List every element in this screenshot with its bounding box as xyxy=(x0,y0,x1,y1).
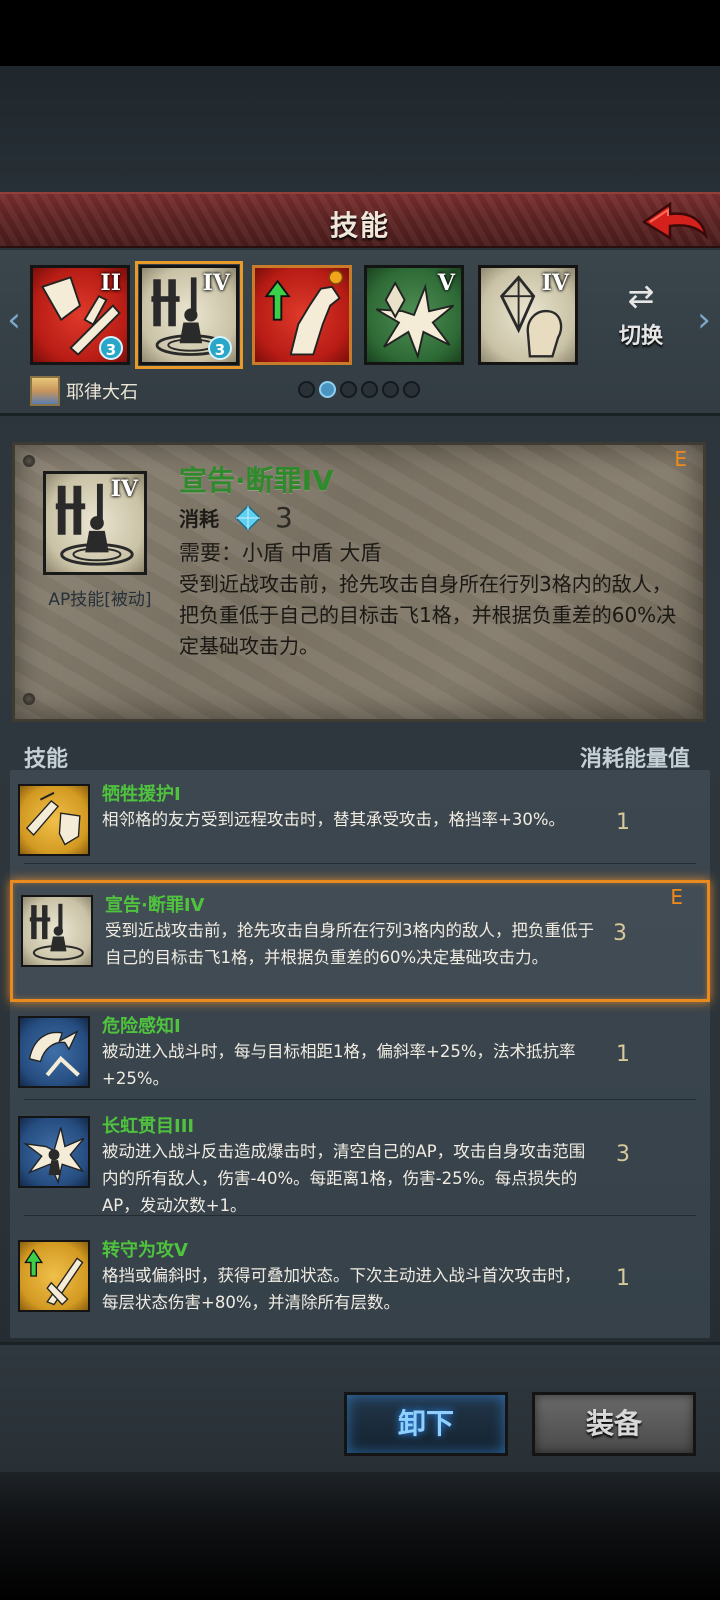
rivet-icon xyxy=(23,693,35,705)
list-item[interactable]: 长虹贯目III 被动进入战斗反击造成爆击时，清空自己的AP，攻击自身攻击范围内的… xyxy=(10,1104,710,1216)
page-dot-active xyxy=(319,381,336,398)
list-item[interactable]: 转守为攻V 格挡或偏斜时，获得可叠加状态。下次主动进入战斗首次攻击时，每层状态伤… xyxy=(10,1228,710,1324)
list-header-cost: 消耗能量值 xyxy=(579,747,690,772)
skill-name: 转守为攻V xyxy=(102,1240,188,1261)
detail-level: IV xyxy=(110,476,138,502)
list-item[interactable]: 牺牲援护I 相邻格的友方受到远程攻击时，替其承受攻击，格挡率+30%。 1 xyxy=(10,772,710,864)
prev-arrow-icon[interactable]: ‹ xyxy=(2,300,26,340)
page-indicator xyxy=(298,381,420,398)
slot-1-level: II xyxy=(100,270,121,296)
horse-charge-icon xyxy=(264,270,344,356)
page-title: 技能 xyxy=(329,209,390,242)
danger-sense-icon xyxy=(18,1016,90,1088)
header-bar: 技能 xyxy=(0,192,720,248)
energy-crystal-icon xyxy=(235,504,261,531)
slot-2-gem-badge: 3 xyxy=(208,336,232,360)
page-dot xyxy=(361,381,378,398)
page-dot xyxy=(382,381,399,398)
slot-2-level: IV xyxy=(202,270,230,296)
list-header-skill: 技能 xyxy=(24,747,69,772)
cost-label: 消耗 xyxy=(179,507,219,531)
hero-avatar xyxy=(30,376,60,406)
cost-value: 3 xyxy=(275,501,293,534)
skill-cost: 1 xyxy=(616,810,630,835)
shield-arrow-glyph xyxy=(25,791,81,846)
detail-grade: E xyxy=(674,447,687,471)
skill-cost: 3 xyxy=(613,921,627,946)
slot-1-gem-badge: 3 xyxy=(99,336,123,360)
detail-cost-row: 消耗 3 xyxy=(179,501,293,534)
equip-button[interactable]: 装备 xyxy=(532,1392,696,1456)
judgment-glyph xyxy=(29,903,84,961)
sacrifice-guard-icon xyxy=(18,784,90,856)
skill-cost: 3 xyxy=(616,1142,630,1167)
danger-glyph xyxy=(28,1030,80,1077)
list-item[interactable]: 危险感知I 被动进入战斗时，每与目标相距1格，偏斜率+25%，法术抵抗率+25%… xyxy=(10,1004,710,1100)
rainbow-pierce-icon xyxy=(18,1116,90,1188)
back-button[interactable] xyxy=(640,198,710,246)
divider xyxy=(24,1099,696,1100)
skill-cost: 1 xyxy=(616,1266,630,1291)
skill-detail-card: IV AP技能[被动] 宣告·断罪IV E 消耗 3 需要：小盾 中盾 大盾 受… xyxy=(12,442,706,722)
skill-grade: E xyxy=(670,885,683,909)
page-dot xyxy=(340,381,357,398)
list-item-selected[interactable]: 宣告·断罪IV E 受到近战攻击前，抢先攻击自身所在行列3格内的敌人，把负重低于… xyxy=(10,880,710,1002)
skill-cost: 1 xyxy=(616,1042,630,1067)
slot-5-level: IV xyxy=(541,270,569,296)
switch-label: 切换 xyxy=(618,324,663,349)
skill-description: 格挡或偏斜时，获得可叠加状态。下次主动进入战斗首次攻击时，每层状态伤害+80%，… xyxy=(102,1266,581,1312)
skill-name: 宣告·断罪IV xyxy=(105,895,205,916)
detail-skill-type: AP技能[被动] xyxy=(48,590,152,610)
detail-skill-name: 宣告·断罪IV xyxy=(179,464,334,497)
detail-description: 受到近战攻击前，抢先攻击自身所在行列3格内的敌人，把负重低于自己的目标击飞1格，… xyxy=(179,572,677,658)
judgment-icon xyxy=(21,895,93,967)
next-arrow-icon[interactable]: › xyxy=(692,300,716,340)
skill-description: 被动进入战斗时，每与目标相距1格，偏斜率+25%，法术抵抗率+25%。 xyxy=(102,1042,576,1088)
skill-slot-3[interactable] xyxy=(252,265,352,365)
unequip-button[interactable]: 卸下 xyxy=(344,1392,508,1456)
divider xyxy=(24,1215,696,1216)
skill-slot-2[interactable]: IV 3 xyxy=(135,261,243,369)
skill-description: 相邻格的友方受到远程攻击时，替其承受攻击，格挡率+30%。 xyxy=(102,810,565,829)
page-dot xyxy=(403,381,420,398)
switch-button[interactable]: ⇄ 切换 xyxy=(604,278,678,358)
divider xyxy=(24,863,696,864)
burst-glyph xyxy=(22,1127,85,1185)
skill-description: 被动进入战斗反击造成爆击时，清空自己的AP，攻击自身攻击范围内的所有敌人，伤害-… xyxy=(102,1142,586,1215)
skill-name: 长虹贯目III xyxy=(102,1116,195,1137)
skill-slot-5[interactable]: IV xyxy=(478,265,578,365)
rivet-icon xyxy=(23,455,35,467)
skill-description: 受到近战攻击前，抢先攻击自身所在行列3格内的敌人，把负重低于自己的目标击飞1格，… xyxy=(105,921,594,967)
skill-name: 牺牲援护I xyxy=(102,784,181,805)
counter-attack-icon xyxy=(18,1240,90,1312)
swap-arrows-icon: ⇄ xyxy=(627,277,655,315)
status-bar xyxy=(0,0,720,66)
slot-4-level: V xyxy=(437,270,455,296)
page-dot xyxy=(298,381,315,398)
counter-glyph xyxy=(24,1248,84,1306)
skill-name: 危险感知I xyxy=(102,1016,181,1037)
bottom-background xyxy=(0,1472,720,1600)
back-arrow-icon xyxy=(641,201,709,241)
detail-skill-icon: IV xyxy=(43,471,147,575)
equipped-skills-strip: ‹ II 3 IV 3 V IV ⇄ 切换 › 耶律大石 xyxy=(0,250,720,416)
hero-name: 耶律大石 xyxy=(66,382,138,403)
skill-slot-1[interactable]: II 3 xyxy=(30,265,130,365)
hero-info: 耶律大石 xyxy=(30,376,138,406)
detail-requirement: 需要：小盾 中盾 大盾 xyxy=(179,541,382,565)
skill-slot-4[interactable]: V xyxy=(364,265,464,365)
